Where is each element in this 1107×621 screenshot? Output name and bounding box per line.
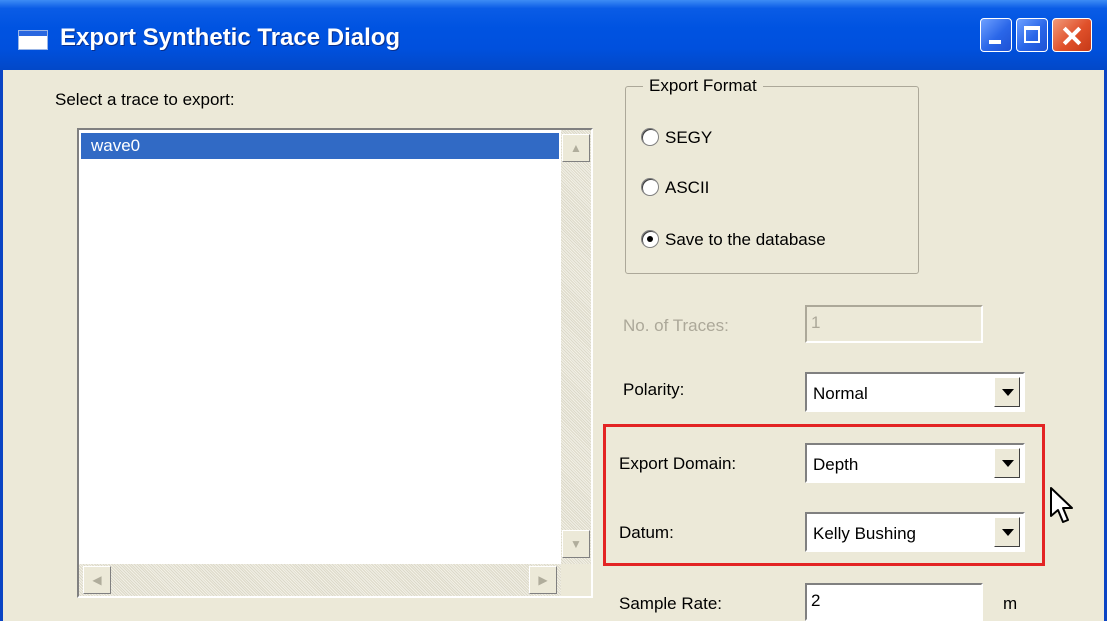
sample-rate-input[interactable]: 2 bbox=[805, 583, 983, 621]
title-bar[interactable]: Export Synthetic Trace Dialog bbox=[0, 0, 1107, 70]
radio-save-to-database-label[interactable]: Save to the database bbox=[665, 230, 826, 250]
polarity-value: Normal bbox=[813, 384, 868, 403]
radio-ascii-label[interactable]: ASCII bbox=[665, 178, 709, 198]
arrow-up-icon: ▲ bbox=[570, 141, 582, 155]
sample-rate-unit: m bbox=[1003, 594, 1018, 613]
radio-save-to-database[interactable] bbox=[641, 230, 659, 248]
polarity-label: Polarity: bbox=[623, 380, 685, 399]
close-button[interactable] bbox=[1052, 18, 1092, 52]
num-traces-input: 1 bbox=[805, 305, 983, 343]
app-window-icon bbox=[18, 30, 48, 50]
radio-ascii[interactable] bbox=[641, 178, 659, 196]
highlight-annotation-box bbox=[603, 424, 1045, 566]
vertical-scrollbar[interactable]: ▲ ▼ bbox=[561, 130, 591, 564]
num-traces-label: No. of Traces: bbox=[623, 316, 729, 335]
horizontal-scrollbar[interactable]: ◀ ▶ bbox=[79, 564, 561, 596]
arrow-right-icon: ▶ bbox=[538, 573, 548, 587]
window-title: Export Synthetic Trace Dialog bbox=[60, 24, 401, 51]
arrow-left-icon: ◀ bbox=[92, 573, 102, 587]
list-item[interactable]: wave0 bbox=[81, 133, 559, 159]
dropdown-arrow-icon[interactable] bbox=[994, 377, 1020, 407]
scroll-down-button[interactable]: ▼ bbox=[562, 530, 590, 558]
minimize-button[interactable] bbox=[980, 18, 1012, 52]
scrollbar-corner bbox=[561, 564, 591, 596]
polarity-select[interactable]: Normal bbox=[805, 372, 1025, 412]
maximize-button[interactable] bbox=[1016, 18, 1048, 52]
radio-segy-label[interactable]: SEGY bbox=[665, 128, 712, 148]
arrow-down-icon: ▼ bbox=[570, 537, 582, 551]
sample-rate-label: Sample Rate: bbox=[619, 594, 722, 613]
trace-list-label: Select a trace to export: bbox=[55, 90, 235, 109]
export-format-legend: Export Format bbox=[643, 76, 763, 96]
scroll-right-button[interactable]: ▶ bbox=[529, 566, 557, 594]
trace-listbox[interactable]: wave0 ▲ ▼ ◀ ▶ bbox=[77, 128, 593, 598]
mouse-cursor-icon bbox=[1050, 487, 1073, 523]
scroll-left-button[interactable]: ◀ bbox=[83, 566, 111, 594]
radio-segy[interactable] bbox=[641, 128, 659, 146]
dialog-window: Export Synthetic Trace Dialog Select a t… bbox=[0, 0, 1107, 621]
scroll-up-button[interactable]: ▲ bbox=[562, 134, 590, 162]
